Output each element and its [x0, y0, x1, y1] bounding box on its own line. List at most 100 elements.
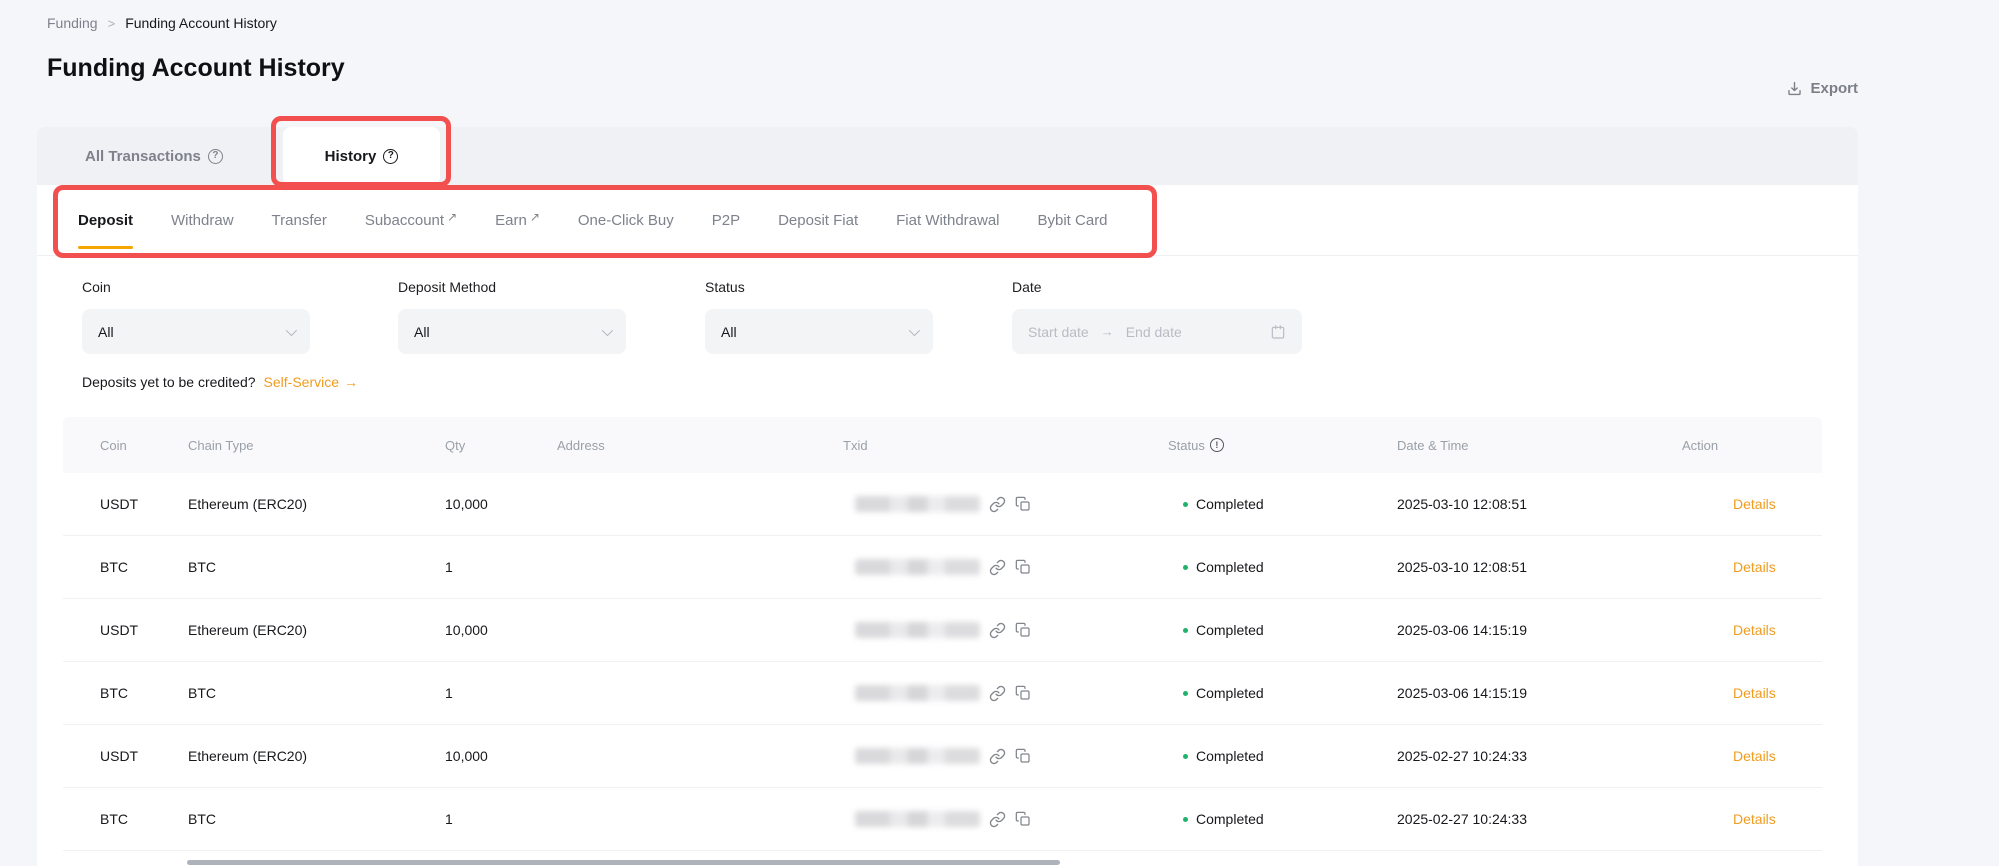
subtab-label: Withdraw — [171, 212, 234, 229]
filters: Coin All Deposit Method All Status All D… — [37, 256, 1858, 374]
cell-chain-type: Ethereum (ERC20) — [183, 622, 438, 638]
txid-redacted-value — [855, 811, 980, 827]
txid-copy-icon[interactable] — [1015, 622, 1031, 638]
cell-chain-type: Ethereum (ERC20) — [183, 496, 438, 512]
filter-status-label: Status — [705, 279, 933, 295]
transactions-table: Coin Chain Type Qty Address Txid Status … — [63, 417, 1822, 851]
cell-date-time: 2025-03-06 14:15:19 — [1383, 685, 1663, 701]
info-icon[interactable]: ! — [1210, 438, 1224, 452]
cell-date-time: 2025-03-10 12:08:51 — [1383, 496, 1663, 512]
date-range-picker[interactable]: Start date → End date — [1012, 309, 1302, 354]
tab-all-transactions-label: All Transactions — [85, 148, 201, 165]
txid-explorer-link-icon[interactable] — [989, 811, 1006, 828]
subtab-subaccount[interactable]: Subaccount ↗ — [365, 185, 457, 255]
subtab-earn[interactable]: Earn ↗ — [495, 185, 540, 255]
cell-chain-type: BTC — [183, 811, 438, 827]
breadcrumb-funding[interactable]: Funding — [47, 15, 98, 31]
status-text: Completed — [1196, 811, 1264, 827]
txid-explorer-link-icon[interactable] — [989, 496, 1006, 513]
help-icon[interactable]: ? — [208, 149, 223, 164]
txid-copy-icon[interactable] — [1015, 748, 1031, 764]
status-text: Completed — [1196, 559, 1264, 575]
status-dot-icon — [1183, 628, 1188, 633]
txid-explorer-link-icon[interactable] — [989, 559, 1006, 576]
status-dot-icon — [1183, 817, 1188, 822]
cell-chain-type: BTC — [183, 559, 438, 575]
subtab-p2p[interactable]: P2P — [712, 185, 740, 255]
filter-date-label: Date — [1012, 279, 1302, 295]
chevron-down-icon — [602, 324, 613, 335]
cell-qty: 10,000 — [438, 622, 553, 638]
filter-deposit-method-label: Deposit Method — [398, 279, 626, 295]
chevron-down-icon — [286, 324, 297, 335]
column-coin: Coin — [63, 438, 183, 453]
status-text: Completed — [1196, 748, 1264, 764]
status-dot-icon — [1183, 565, 1188, 570]
subtab-fiat-withdrawal[interactable]: Fiat Withdrawal — [896, 185, 999, 255]
tab-all-transactions[interactable]: All Transactions ? — [85, 127, 223, 185]
table-row: BTC BTC 1 Completed 2025-02-27 10:2 — [63, 788, 1822, 851]
subtab-transfer[interactable]: Transfer — [272, 185, 327, 255]
filter-date: Date Start date → End date — [1012, 279, 1302, 354]
deposit-method-select-value: All — [414, 324, 430, 340]
subtab-label: Deposit Fiat — [778, 212, 858, 229]
table-header: Coin Chain Type Qty Address Txid Status … — [63, 417, 1822, 473]
cell-coin: BTC — [63, 559, 183, 575]
status-select-value: All — [721, 324, 737, 340]
cell-txid — [838, 811, 1168, 828]
cell-coin: USDT — [63, 496, 183, 512]
txid-explorer-link-icon[interactable] — [989, 748, 1006, 765]
details-link[interactable]: Details — [1733, 496, 1776, 512]
self-service-link[interactable]: Self-Service → — [264, 374, 358, 390]
filter-status: Status All — [705, 279, 933, 354]
horizontal-scrollbar-thumb[interactable] — [187, 860, 1060, 865]
help-icon[interactable]: ? — [383, 149, 398, 164]
tab-history[interactable]: History ? — [283, 127, 440, 185]
cell-status: Completed — [1168, 685, 1383, 701]
txid-copy-icon[interactable] — [1015, 685, 1031, 701]
cell-qty: 1 — [438, 811, 553, 827]
subtab-deposit[interactable]: Deposit — [78, 185, 133, 255]
cell-chain-type: Ethereum (ERC20) — [183, 748, 438, 764]
details-link[interactable]: Details — [1733, 811, 1776, 827]
cell-action: Details — [1663, 559, 1822, 575]
details-link[interactable]: Details — [1733, 685, 1776, 701]
cell-txid — [838, 496, 1168, 513]
table-row: USDT Ethereum (ERC20) 10,000 Completed — [63, 725, 1822, 788]
export-button[interactable]: Export — [1786, 80, 1858, 97]
export-label: Export — [1810, 80, 1858, 97]
subtab-deposit-fiat[interactable]: Deposit Fiat — [778, 185, 858, 255]
txid-explorer-link-icon[interactable] — [989, 685, 1006, 702]
cell-action: Details — [1663, 496, 1822, 512]
subtab-one-click-buy[interactable]: One-Click Buy — [578, 185, 674, 255]
column-action: Action — [1663, 438, 1822, 453]
subtab-label: Transfer — [272, 212, 327, 229]
filter-deposit-method: Deposit Method All — [398, 279, 626, 354]
subtab-withdraw[interactable]: Withdraw — [171, 185, 234, 255]
txid-copy-icon[interactable] — [1015, 811, 1031, 827]
cell-action: Details — [1663, 622, 1822, 638]
cell-date-time: 2025-02-27 10:24:33 — [1383, 748, 1663, 764]
details-link[interactable]: Details — [1733, 622, 1776, 638]
calendar-icon — [1270, 324, 1286, 340]
txid-copy-icon[interactable] — [1015, 559, 1031, 575]
subtab-label: Bybit Card — [1038, 212, 1108, 229]
details-link[interactable]: Details — [1733, 559, 1776, 575]
details-link[interactable]: Details — [1733, 748, 1776, 764]
status-select[interactable]: All — [705, 309, 933, 354]
column-date-time: Date & Time — [1383, 438, 1663, 453]
tab-history-label: History — [325, 148, 377, 165]
coin-select-value: All — [98, 324, 114, 340]
column-status-label: Status — [1168, 438, 1205, 453]
chevron-down-icon — [909, 324, 920, 335]
breadcrumb-separator-icon: > — [108, 16, 116, 31]
export-download-icon — [1786, 80, 1803, 97]
cell-status: Completed — [1168, 622, 1383, 638]
coin-select[interactable]: All — [82, 309, 310, 354]
subtab-label: Earn — [495, 212, 527, 229]
txid-explorer-link-icon[interactable] — [989, 622, 1006, 639]
deposit-method-select[interactable]: All — [398, 309, 626, 354]
table-row: BTC BTC 1 Completed 2025-03-10 12:0 — [63, 536, 1822, 599]
subtab-bybit-card[interactable]: Bybit Card — [1038, 185, 1108, 255]
txid-copy-icon[interactable] — [1015, 496, 1031, 512]
